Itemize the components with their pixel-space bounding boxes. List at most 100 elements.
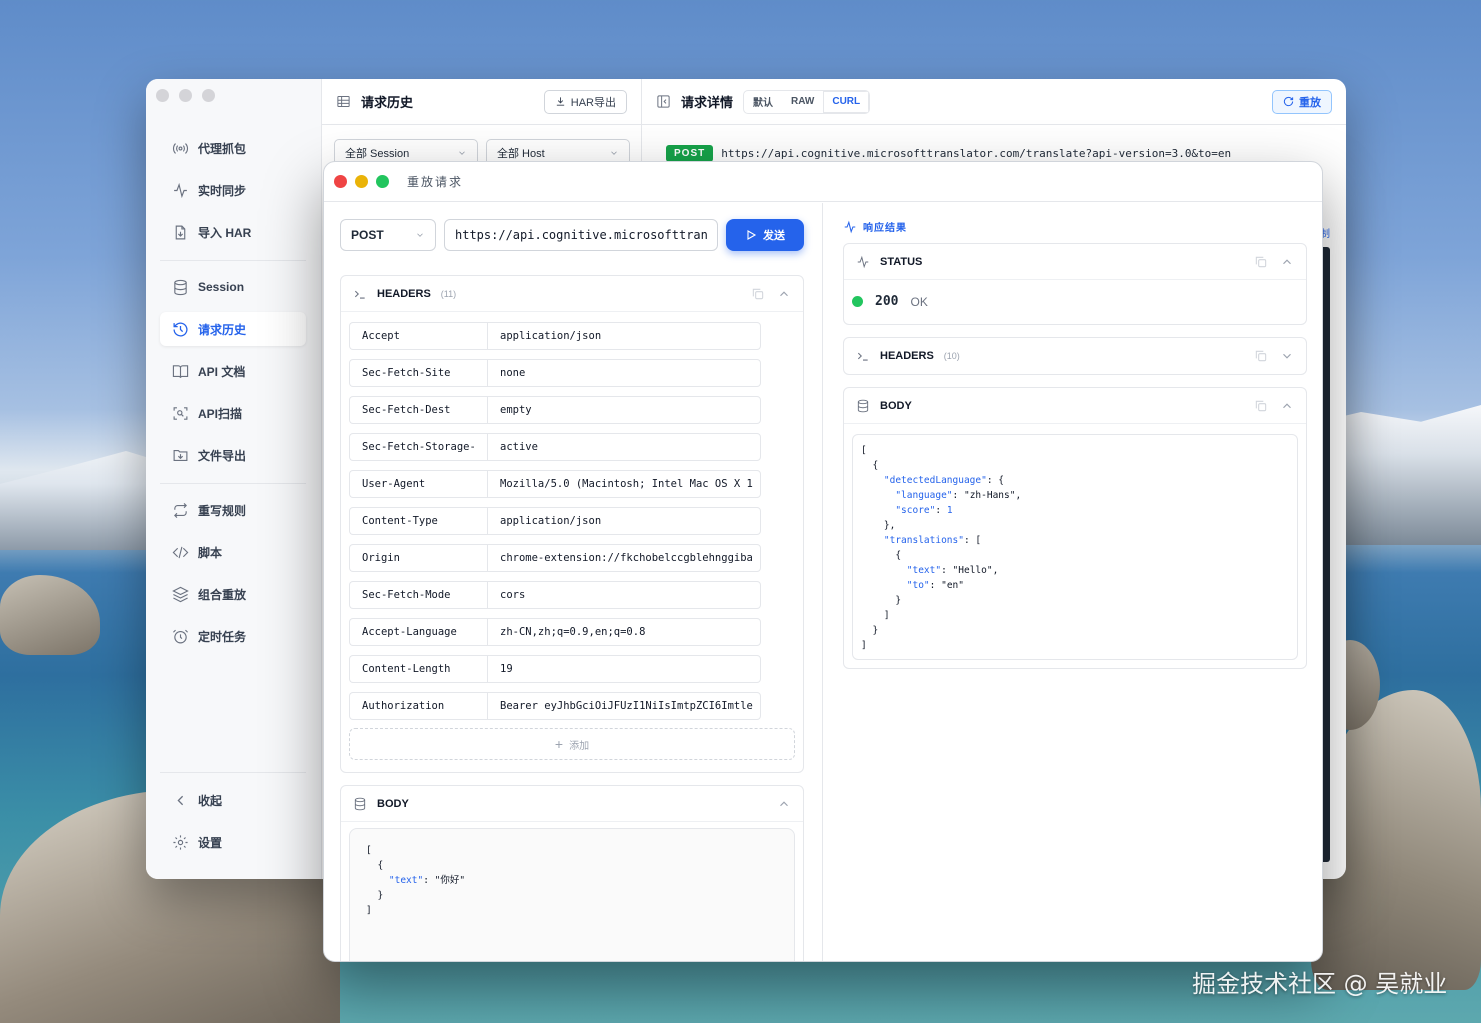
- chevron-down-icon: [417, 233, 423, 237]
- replay-dialog: 重放请求 POST 发送 HEADERS (11) Acceptapplicat…: [323, 161, 1323, 962]
- activity-icon: [174, 182, 187, 198]
- section-title: 响应结果: [863, 223, 907, 234]
- header-value-input[interactable]: empty: [487, 396, 761, 424]
- body-editor[interactable]: [ { "text": "你好" } ]: [349, 828, 795, 961]
- collapse-label: 收起: [198, 793, 223, 808]
- sidebar-item-import-har[interactable]: 导入 HAR: [160, 215, 306, 249]
- close-button[interactable]: [156, 89, 169, 102]
- header-value-input[interactable]: application/json: [487, 507, 761, 535]
- header-value-input[interactable]: none: [487, 359, 761, 387]
- history-header: 请求历史 HAR导出: [322, 79, 641, 125]
- sidebar-item-scheduled-tasks[interactable]: 定时任务: [160, 619, 306, 653]
- button-label: 发送: [763, 230, 785, 242]
- sidebar-item-label: 导入 HAR: [198, 225, 252, 240]
- header-value-input[interactable]: zh-CN,zh;q=0.9,en;q=0.8: [487, 618, 761, 646]
- sidebar-item-rewrite[interactable]: 重写规则: [160, 493, 306, 527]
- copy-icon[interactable]: [1254, 349, 1268, 363]
- copy-icon[interactable]: [751, 287, 765, 301]
- database-icon: [354, 797, 366, 810]
- chevron-down-icon[interactable]: [1280, 349, 1294, 363]
- send-button[interactable]: 发送: [726, 219, 804, 251]
- replay-button[interactable]: 重放: [1272, 89, 1332, 114]
- minimize-button[interactable]: [179, 89, 192, 102]
- header-value-input[interactable]: active: [487, 433, 761, 461]
- chevron-up-icon[interactable]: [777, 797, 791, 811]
- header-row: User-Agent Mozilla/5.0 (Macintosh; Intel …: [349, 470, 761, 498]
- header-key-input[interactable]: Sec-Fetch-Dest: [349, 396, 487, 424]
- panel-collapse-icon[interactable]: [656, 94, 671, 109]
- json-text: Hello: [958, 565, 987, 576]
- tab-default[interactable]: 默认: [744, 91, 782, 113]
- section-header[interactable]: HEADERS (10): [844, 338, 1306, 374]
- body-section: BODY [ { "text": "你好" } ]: [340, 785, 804, 961]
- minimize-button[interactable]: [355, 175, 368, 188]
- header-row: Authorization Bearer eyJhbGciOiJFUzI1NiIs…: [349, 692, 761, 720]
- copy-icon[interactable]: [1254, 399, 1268, 413]
- header-key-input[interactable]: Origin: [349, 544, 487, 572]
- header-value-input[interactable]: cors: [487, 581, 761, 609]
- tab-raw[interactable]: RAW: [782, 91, 823, 113]
- sidebar-item-history[interactable]: 请求历史: [160, 312, 306, 346]
- maximize-button[interactable]: [376, 175, 389, 188]
- request-url: https://api.cognitive.microsofttranslato…: [721, 147, 1232, 160]
- chevron-down-icon: [459, 151, 465, 155]
- status-row: 200 OK: [844, 280, 1306, 323]
- sidebar-item-combo-replay[interactable]: 组合重放: [160, 577, 306, 611]
- chevron-up-icon[interactable]: [1280, 255, 1294, 269]
- header-key-input[interactable]: Sec-Fetch-Site: [349, 359, 487, 387]
- header-key-input[interactable]: Sec-Fetch-Storage-: [349, 433, 487, 461]
- sidebar-item-proxy[interactable]: 代理抓包: [160, 131, 306, 165]
- sidebar-item-label: 定时任务: [198, 629, 247, 644]
- header-value-input[interactable]: Mozilla/5.0 (Macintosh; Intel Mac OS X 1: [487, 470, 761, 498]
- section-header[interactable]: BODY: [844, 388, 1306, 424]
- method-select[interactable]: POST: [340, 219, 436, 251]
- header-key-input[interactable]: Authorization: [349, 692, 487, 720]
- sidebar-item-script[interactable]: 脚本: [160, 535, 306, 569]
- sidebar-item-api-docs[interactable]: API 文档: [160, 354, 306, 388]
- window-controls: [156, 89, 215, 102]
- settings-button[interactable]: 设置: [160, 825, 306, 859]
- copy-icon[interactable]: [1254, 255, 1268, 269]
- sidebar-item-label: API扫描: [198, 406, 243, 421]
- sidebar-item-label: Session: [198, 280, 245, 294]
- header-key-input[interactable]: Accept-Language: [349, 618, 487, 646]
- header-key-input[interactable]: Content-Length: [349, 655, 487, 683]
- maximize-button[interactable]: [202, 89, 215, 102]
- close-button[interactable]: [334, 175, 347, 188]
- header-count: (11): [440, 288, 457, 299]
- header-key-input[interactable]: Sec-Fetch-Mode: [349, 581, 487, 609]
- sidebar-item-api-scan[interactable]: API扫描: [160, 396, 306, 430]
- section-header[interactable]: HEADERS (11): [341, 276, 803, 312]
- header-key-input[interactable]: Content-Type: [349, 507, 487, 535]
- divider: [160, 772, 306, 773]
- header-value-input[interactable]: Bearer eyJhbGciOiJFUzI1NiIsImtpZCI6Imtle: [487, 692, 761, 720]
- url-input[interactable]: [444, 219, 718, 251]
- chevron-up-icon[interactable]: [1280, 399, 1294, 413]
- database-icon: [174, 279, 187, 295]
- section-header[interactable]: STATUS: [844, 244, 1306, 280]
- sidebar-item-file-export[interactable]: 文件导出: [160, 438, 306, 472]
- sidebar-item-label: 组合重放: [198, 587, 247, 602]
- chevron-down-icon: [611, 151, 617, 155]
- response-body-code: [ { "detectedLanguage": { "language": "z…: [861, 445, 1022, 651]
- header-value-input[interactable]: application/json: [487, 322, 761, 350]
- header-key-input[interactable]: Accept: [349, 322, 487, 350]
- json-score: 1: [946, 505, 953, 516]
- header-value-input[interactable]: chrome-extension://fkchobelccgblehnggiba: [487, 544, 761, 572]
- header-key-input[interactable]: User-Agent: [349, 470, 487, 498]
- header-value-input[interactable]: 19: [487, 655, 761, 683]
- tab-curl[interactable]: CURL: [823, 90, 870, 113]
- add-header-button[interactable]: + 添加: [349, 728, 795, 760]
- detail-view-tabs: 默认 RAW CURL: [743, 89, 871, 114]
- sidebar-item-session[interactable]: Session: [160, 270, 306, 304]
- chevron-left-icon: [177, 795, 184, 805]
- section-title: HEADERS: [377, 287, 431, 300]
- chevron-up-icon[interactable]: [777, 287, 791, 301]
- plus-icon: +: [554, 736, 564, 752]
- request-line: POST https://api.cognitive.microsofttran…: [666, 145, 1326, 162]
- collapse-button[interactable]: 收起: [160, 783, 306, 817]
- sidebar-item-sync[interactable]: 实时同步: [160, 173, 306, 207]
- header-row: Content-Length 19: [349, 655, 761, 683]
- har-export-button[interactable]: HAR导出: [543, 89, 627, 114]
- section-header[interactable]: BODY: [341, 786, 803, 822]
